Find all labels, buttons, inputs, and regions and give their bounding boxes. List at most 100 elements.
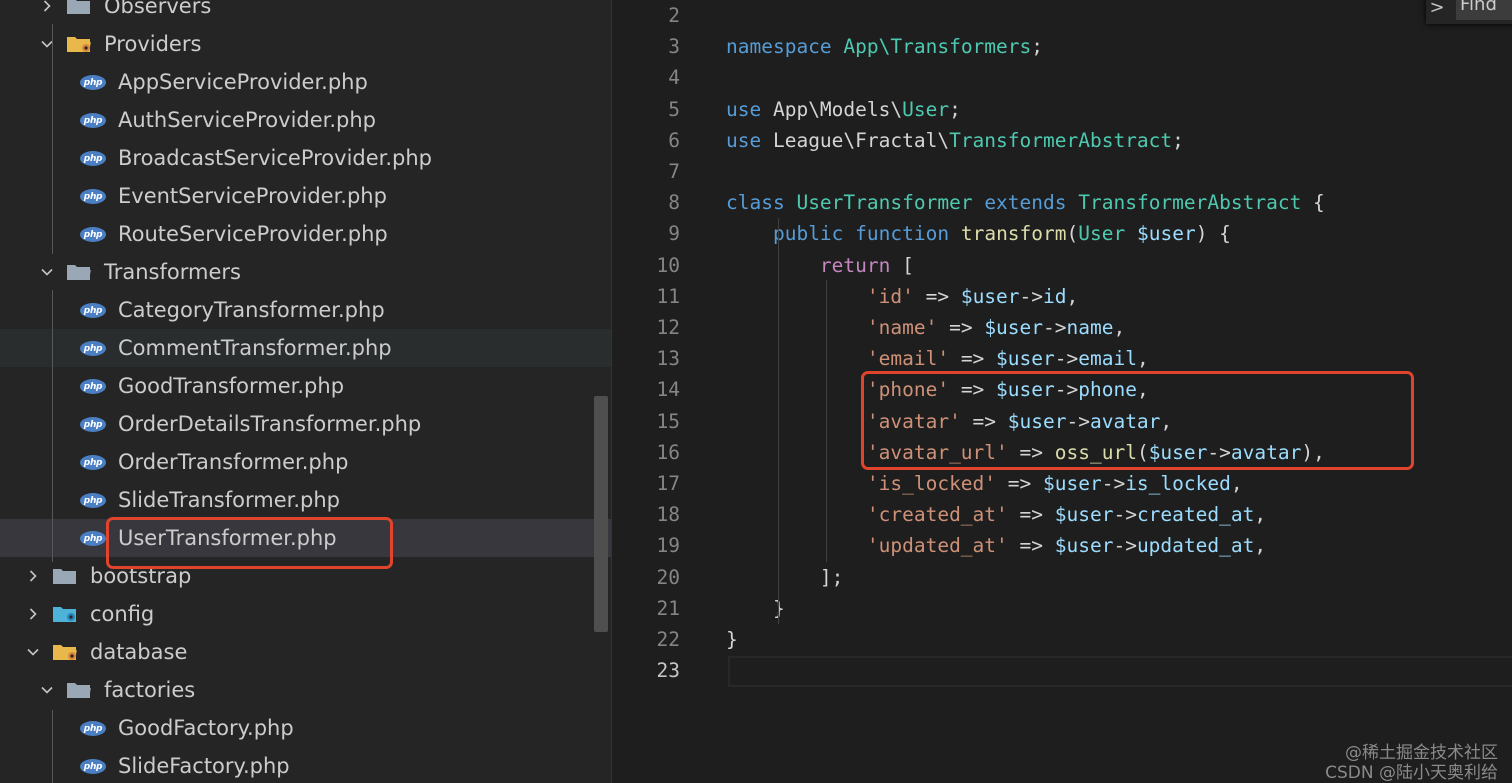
indent-guide	[52, 710, 53, 783]
line-number: 8	[668, 191, 680, 215]
code-line[interactable]: 21 }	[612, 593, 1512, 624]
code-line[interactable]: 10 return [	[612, 250, 1512, 281]
chevron-right-icon[interactable]	[24, 567, 42, 585]
folder-icon	[66, 262, 102, 282]
php-file-icon: php	[80, 189, 106, 204]
code-line[interactable]: 11 'id' => $user->id,	[612, 281, 1512, 312]
indent-guide	[52, 24, 53, 254]
chevron-down-icon[interactable]	[38, 263, 56, 281]
php-file-icon: php	[80, 759, 106, 774]
tree-item-config[interactable]: config	[0, 595, 612, 633]
php-file-icon: php	[80, 341, 106, 356]
php-file-icon: php	[80, 303, 106, 318]
code-line[interactable]: 7	[612, 156, 1512, 187]
php-file-icon: php	[80, 455, 106, 470]
tree-item-commenttransformer-php[interactable]: php CommentTransformer.php	[0, 329, 612, 367]
tree-item-ordertransformer-php[interactable]: php OrderTransformer.php	[0, 443, 612, 481]
tree-item-usertransformer-php[interactable]: php UserTransformer.php	[0, 519, 612, 557]
code-line[interactable]: 23	[612, 655, 1512, 686]
find-widget: > Find	[1426, 0, 1512, 24]
tree-item-goodfactory-php[interactable]: php GoodFactory.php	[0, 709, 612, 747]
code-line[interactable]: 22}	[612, 624, 1512, 655]
tree-item-eventserviceprovider-php[interactable]: php EventServiceProvider.php	[0, 177, 612, 215]
code-line[interactable]: 17 'is_locked' => $user->is_locked,	[612, 468, 1512, 499]
tree-item-orderdetailstransformer-php[interactable]: php OrderDetailsTransformer.php	[0, 405, 612, 443]
tree-item-providers[interactable]: Providers	[0, 25, 612, 63]
line-number: 15	[656, 409, 680, 433]
tree-item-factories[interactable]: factories	[0, 671, 612, 709]
php-file-icon: php	[80, 113, 106, 128]
line-number: 2	[668, 4, 680, 27]
code-line[interactable]: 20 ];	[612, 562, 1512, 593]
tree-item-bootstrap[interactable]: bootstrap	[0, 557, 612, 595]
code-line[interactable]: 9 public function transform(User $user) …	[612, 218, 1512, 249]
tree-item-label: CategoryTransformer.php	[118, 298, 385, 322]
code-line[interactable]: 4	[612, 62, 1512, 93]
line-number: 19	[656, 534, 680, 558]
code-line[interactable]: 15 'avatar' => $user->avatar,	[612, 406, 1512, 437]
find-input[interactable]: Find	[1456, 0, 1512, 20]
code-line[interactable]: 16 'avatar_url' => oss_url($user->avatar…	[612, 437, 1512, 468]
chevron-right-icon[interactable]	[24, 605, 42, 623]
code-line[interactable]: 19 'updated_at' => $user->updated_at,	[612, 530, 1512, 561]
tree-item-slidefactory-php[interactable]: php SlideFactory.php	[0, 747, 612, 783]
tree-item-slidetransformer-php[interactable]: php SlideTransformer.php	[0, 481, 612, 519]
php-file-icon: php	[80, 493, 106, 508]
tree-item-database[interactable]: database	[0, 633, 612, 671]
tree-item-routeserviceprovider-php[interactable]: php RouteServiceProvider.php	[0, 215, 612, 253]
code-line[interactable]: 8 class UserTransformer extends Transform…	[612, 187, 1512, 218]
code-editor[interactable]: 2 3 namespace App\Transformers; 4 5 use App\M…	[612, 0, 1512, 783]
explorer-scrollbar[interactable]	[594, 396, 608, 632]
chevron-down-icon[interactable]	[38, 35, 56, 53]
line-number: 7	[668, 160, 680, 183]
find-replace-toggle[interactable]: >	[1426, 0, 1448, 18]
code-text: 'name' => $user->name,	[866, 316, 1126, 339]
code-text: return [	[819, 253, 914, 277]
php-file-icon: php	[80, 379, 106, 394]
code-text: 'is_locked' => $user->is_locked,	[866, 472, 1243, 495]
line-number: 17	[656, 472, 680, 495]
line-number: 20	[656, 565, 680, 589]
php-file-icon: php	[80, 75, 106, 90]
line-number: 16	[656, 440, 680, 464]
code-text: 'updated_at' => $user->updated_at,	[866, 534, 1267, 558]
tree-item-goodtransformer-php[interactable]: php GoodTransformer.php	[0, 367, 612, 405]
chevron-down-icon[interactable]	[38, 681, 56, 699]
code-text: ];	[726, 565, 844, 589]
code-line[interactable]: 13 'email' => $user->email,	[612, 343, 1512, 374]
code-line[interactable]: 12 'name' => $user->name,	[612, 312, 1512, 343]
tree-item-label: UserTransformer.php	[118, 526, 337, 550]
tree-item-label: bootstrap	[90, 564, 192, 588]
code-line[interactable]: 5 use App\Models\User;	[612, 94, 1512, 125]
tree-item-broadcastserviceprovider-php[interactable]: php BroadcastServiceProvider.php	[0, 139, 612, 177]
tree-item-label: AppServiceProvider.php	[118, 70, 368, 94]
line-number: 14	[656, 378, 680, 402]
line-number: 11	[656, 284, 680, 308]
tree-item-label: SlideTransformer.php	[118, 488, 340, 512]
tree-item-label: factories	[104, 678, 196, 702]
code-text: use League\Fractal\TransformerAbstract;	[726, 128, 1184, 152]
code-line[interactable]: 6 use League\Fractal\TransformerAbstract;	[612, 125, 1512, 156]
tree-item-label: GoodFactory.php	[118, 716, 294, 740]
tree-item-authserviceprovider-php[interactable]: php AuthServiceProvider.php	[0, 101, 612, 139]
code-indent-guide	[826, 280, 827, 562]
line-number: 9	[668, 222, 680, 246]
line-number: 23	[656, 659, 680, 683]
line-number: 6	[668, 128, 680, 152]
tree-item-appserviceprovider-php[interactable]: php AppServiceProvider.php	[0, 63, 612, 101]
code-text: 'avatar' => $user->avatar,	[866, 409, 1173, 433]
code-line[interactable]: 14 'phone' => $user->phone,	[612, 374, 1512, 405]
php-file-icon: php	[80, 721, 106, 736]
code-line[interactable]: 2	[612, 0, 1512, 31]
code-text: 'created_at' => $user->created_at,	[866, 503, 1267, 527]
chevron-down-icon[interactable]	[24, 643, 42, 661]
folder-icon	[66, 34, 102, 54]
tree-item-transformers[interactable]: Transformers	[0, 253, 612, 291]
code-line[interactable]: 18 'created_at' => $user->created_at,	[612, 499, 1512, 530]
folder-icon	[52, 566, 88, 586]
indent-guide	[52, 290, 53, 562]
tree-item-observers[interactable]: Observers	[0, 0, 612, 25]
code-line[interactable]: 3 namespace App\Transformers;	[612, 31, 1512, 62]
chevron-right-icon[interactable]	[38, 0, 56, 15]
tree-item-categorytransformer-php[interactable]: php CategoryTransformer.php	[0, 291, 612, 329]
